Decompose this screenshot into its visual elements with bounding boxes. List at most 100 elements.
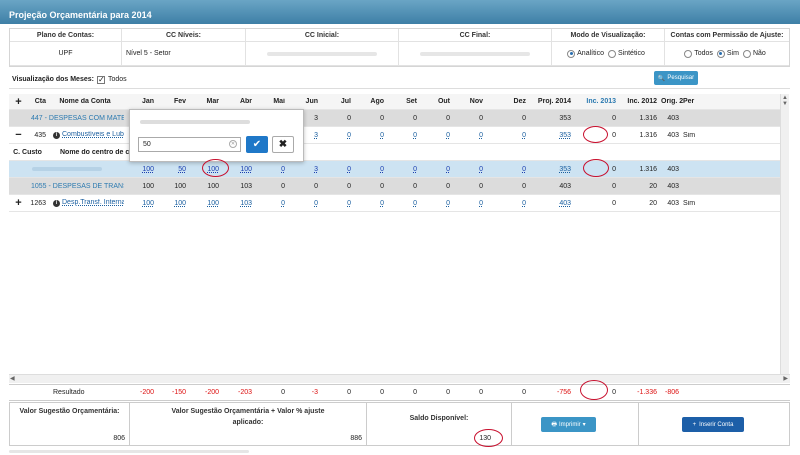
- month-cell[interactable]: 0: [454, 166, 487, 173]
- month-cell[interactable]: 100: [190, 200, 223, 207]
- inc-2012-cell: 1.316: [639, 131, 657, 139]
- month-cell[interactable]: 50: [158, 166, 190, 173]
- month-cell[interactable]: 0: [487, 132, 530, 139]
- cc-subheader-code: C. Custo: [13, 148, 42, 156]
- month-cell[interactable]: 0: [388, 132, 421, 139]
- cc-niveis-select[interactable]: Nível 5 - Setor: [122, 42, 246, 65]
- column-header[interactable]: Fev: [158, 98, 190, 105]
- month-cell[interactable]: 0: [421, 166, 454, 173]
- month-cell[interactable]: 103: [223, 200, 256, 207]
- month-cell[interactable]: 0: [322, 166, 355, 173]
- expand-icon[interactable]: +: [9, 197, 28, 209]
- account-group-name[interactable]: 447 - DESPESAS COM MATERIAL DE...: [28, 115, 124, 122]
- month-cell[interactable]: 0: [421, 132, 454, 139]
- month-cell[interactable]: 0: [487, 200, 530, 207]
- account-name-label[interactable]: Combustíveis e Lubri...: [62, 131, 124, 138]
- column-header[interactable]: Mai: [256, 98, 289, 105]
- cc-inicial-select[interactable]: [246, 42, 399, 65]
- column-header[interactable]: Out: [421, 98, 454, 105]
- info-icon[interactable]: i: [53, 132, 60, 139]
- month-cell[interactable]: 0: [487, 166, 530, 173]
- horizontal-scrollbar[interactable]: ◀ ▶: [9, 374, 790, 383]
- month-cell[interactable]: 100: [124, 166, 158, 173]
- column-header[interactable]: Jan: [124, 98, 158, 105]
- column-header: Orig. 2014: [661, 98, 683, 105]
- month-cell: 0: [522, 114, 526, 122]
- table-row: C. Custo Nome do centro de c: [9, 144, 780, 161]
- permissao-group: Todos Sim Não: [665, 42, 789, 65]
- month-cell: 0: [347, 114, 351, 122]
- month-cell[interactable]: 0: [322, 132, 355, 139]
- summary-panel: Valor Sugestão Orçamentária: 806 Valor S…: [9, 402, 790, 446]
- radio-analitico[interactable]: Analítico: [567, 49, 604, 58]
- month-cell[interactable]: 3: [289, 166, 322, 173]
- column-header: Inc. 2013: [586, 98, 616, 105]
- highlight-circle-result: [580, 380, 608, 400]
- month-cell[interactable]: 0: [388, 166, 421, 173]
- column-header[interactable]: Jul: [322, 98, 355, 105]
- month-cell[interactable]: 0: [256, 166, 289, 173]
- cancel-button[interactable]: ✖: [272, 136, 294, 153]
- print-button[interactable]: 🖶 Imprimir ▾: [541, 417, 596, 432]
- cc-inicial-header: CC Inicial:: [246, 29, 399, 41]
- radio-sim[interactable]: Sim: [716, 49, 739, 58]
- plano-contas-select[interactable]: UPF: [10, 42, 122, 65]
- result-month-cell: 0: [380, 389, 384, 396]
- scroll-down-icon[interactable]: ▼: [782, 101, 788, 107]
- account-group-name[interactable]: 1055 - DESPESAS DE TRANSFERÊNC...: [28, 183, 124, 190]
- clear-icon[interactable]: ✕: [229, 140, 237, 148]
- cost-center-name: [28, 166, 124, 173]
- account-name[interactable]: iDesp.Transf. Interna...: [50, 199, 124, 207]
- expand-all-icon[interactable]: +: [9, 96, 28, 108]
- scroll-right-icon[interactable]: ▶: [783, 375, 788, 382]
- highlight-circle-fev: [202, 159, 229, 177]
- cc-final-select[interactable]: [399, 42, 552, 65]
- month-cell[interactable]: 0: [355, 132, 388, 139]
- summary-sugestao-ajuste: Valor Sugestão Orçamentária + Valor % aj…: [130, 403, 367, 445]
- column-header[interactable]: Jun: [289, 98, 322, 105]
- column-header[interactable]: Set: [388, 98, 421, 105]
- column-header[interactable]: Ago: [355, 98, 388, 105]
- search-button[interactable]: 🔍 Pesquisar: [654, 71, 698, 85]
- account-name-label[interactable]: Desp.Transf. Interna...: [62, 199, 124, 206]
- table-row: +1263iDesp.Transf. Interna...10010010010…: [9, 195, 780, 212]
- month-cell[interactable]: 100: [124, 200, 158, 207]
- month-cell[interactable]: 0: [421, 200, 454, 207]
- cc-final-header: CC Final:: [399, 29, 552, 41]
- vertical-scrollbar[interactable]: ▲ ▼: [780, 94, 789, 374]
- month-cell[interactable]: 0: [256, 200, 289, 207]
- months-all-checkbox[interactable]: [96, 75, 105, 84]
- month-cell[interactable]: 0: [355, 166, 388, 173]
- month-cell[interactable]: 0: [289, 200, 322, 207]
- column-header[interactable]: Dez: [487, 98, 530, 105]
- month-cell: 100: [174, 182, 186, 190]
- month-cell[interactable]: 0: [322, 200, 355, 207]
- orig-2014-cell: 403: [667, 114, 679, 122]
- confirm-button[interactable]: ✔: [246, 136, 268, 153]
- insert-account-button[interactable]: + Inserir Conta: [682, 417, 744, 432]
- radio-sintetico[interactable]: Sintético: [608, 49, 645, 58]
- value-input[interactable]: 50 ✕: [138, 137, 241, 152]
- inc-2013-cell: 0: [612, 114, 616, 122]
- month-cell[interactable]: 0: [388, 200, 421, 207]
- modo-visualizacao-header: Modo de Visualização:: [552, 29, 665, 41]
- radio-todos[interactable]: Todos: [684, 49, 713, 58]
- info-icon[interactable]: i: [53, 200, 60, 207]
- radio-nao[interactable]: Não: [742, 49, 766, 58]
- account-name[interactable]: iCombustíveis e Lubri...: [50, 131, 124, 139]
- filter-panel: Plano de Contas: CC Níveis: CC Inicial: …: [9, 28, 790, 67]
- month-cell[interactable]: 0: [355, 200, 388, 207]
- column-header[interactable]: Abr: [223, 98, 256, 105]
- month-cell[interactable]: 0: [454, 200, 487, 207]
- scroll-left-icon[interactable]: ◀: [10, 375, 15, 382]
- plus-icon: +: [692, 421, 697, 428]
- column-header[interactable]: Mar: [190, 98, 223, 105]
- column-header: Cta: [34, 98, 46, 105]
- month-cell[interactable]: 0: [454, 132, 487, 139]
- column-header[interactable]: Nov: [454, 98, 487, 105]
- printer-icon: 🖶: [551, 421, 557, 428]
- collapse-icon[interactable]: −: [9, 129, 28, 141]
- edit-popup: 50 ✕ ✔ ✖: [129, 109, 304, 162]
- month-cell[interactable]: 100: [158, 200, 190, 207]
- month-cell: 100: [207, 182, 219, 190]
